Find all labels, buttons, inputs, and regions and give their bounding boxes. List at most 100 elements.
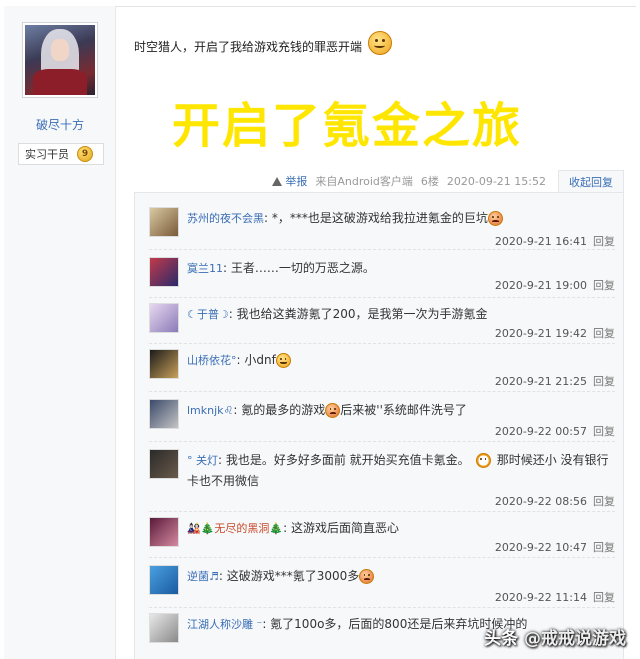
reply-time: 2020-9-21 21:25	[494, 375, 587, 388]
reply-button[interactable]: 回复	[593, 495, 615, 508]
reply-text-continued: 后来被''系统邮件洗号了	[340, 403, 467, 417]
reply-text: 这破游戏***氪了3000多	[226, 569, 360, 583]
author-name[interactable]: 破尽十方	[4, 116, 116, 133]
reply-button[interactable]: 回复	[593, 425, 615, 438]
reply-separator: :	[218, 569, 227, 583]
reply-time: 2020-9-22 11:14	[494, 591, 587, 604]
reply-avatar[interactable]	[149, 517, 179, 547]
angry-emoji-icon	[359, 569, 375, 584]
reply-username[interactable]: lmknjk♌	[187, 404, 233, 417]
reply-avatar[interactable]	[149, 349, 179, 379]
post-big-title: 开启了氪金之旅	[172, 98, 523, 154]
reply-text: *，***也是这破游戏给我拉进氪金的巨坑	[271, 211, 488, 225]
reply-button[interactable]: 回复	[593, 279, 615, 292]
reply-time: 2020-9-22 08:56	[494, 495, 587, 508]
reply-avatar[interactable]	[149, 207, 179, 237]
reply-time: 2020-9-22 10:47	[494, 541, 587, 554]
reply-avatar[interactable]	[149, 565, 179, 595]
report-label: 举报	[285, 175, 308, 188]
reply-time: 2020-9-21 19:42	[494, 327, 587, 340]
post-timestamp: 2020-09-21 15:52	[446, 174, 546, 188]
reply-separator: :	[218, 453, 226, 467]
reply-meta: 2020-9-22 10:47 回复	[495, 539, 615, 555]
reply-meta: 2020-9-21 16:41 回复	[495, 233, 615, 249]
post-text-content: 时空猎人，开启了我给游戏充钱的罪恶开端	[134, 40, 363, 54]
reply-separator: :	[264, 211, 272, 225]
reply-button[interactable]: 回复	[593, 375, 615, 388]
reply-divider	[149, 441, 615, 442]
reply-avatar[interactable]	[149, 257, 179, 287]
reply-username[interactable]: ° 关灯	[187, 454, 218, 467]
warning-icon	[272, 176, 283, 186]
smile-emoji-icon	[275, 353, 291, 368]
post-meta-bar: 举报 来自Android客户端 6楼 2020-09-21 15:52 收起回复	[134, 170, 624, 192]
reply-meta: 2020-9-22 11:14 回复	[495, 589, 615, 605]
reply-username[interactable]: 山桥依花°	[187, 354, 237, 367]
reply-time: 2020-9-21 16:41	[494, 235, 587, 248]
post-text: 时空猎人，开启了我给游戏充钱的罪恶开端	[134, 30, 392, 55]
reply-username[interactable]: ☾于普☽	[187, 308, 229, 321]
reply-body: ☾于普☽: 我也给这粪游氪了200，是我第一次为手游氪金	[187, 304, 615, 325]
reply-divider	[149, 607, 615, 608]
report-link[interactable]: 举报	[264, 173, 307, 189]
reply-avatar[interactable]	[149, 399, 179, 429]
reply-list: 苏州的夜不会黑: *，***也是这破游戏给我拉进氪金的巨坑 2020-9-21 …	[134, 192, 624, 659]
reply-username[interactable]: 寞兰11	[187, 262, 223, 275]
reply-body: 山桥依花°: 小dnf	[187, 350, 615, 371]
reply-divider	[149, 249, 615, 250]
rank-level-badge-icon: 9	[77, 146, 93, 162]
reply-body: 苏州的夜不会黑: *，***也是这破游戏给我拉进氪金的巨坑	[187, 208, 615, 229]
reply-text: 我也是。好多好多面前 就开始买充值卡氪金。	[225, 453, 470, 467]
avatar-image	[25, 25, 95, 95]
reply-button[interactable]: 回复	[593, 327, 615, 340]
watermark-platform: 头条	[484, 629, 519, 649]
post-source: 来自Android客户端	[315, 175, 413, 188]
smile-emoji-icon	[367, 30, 392, 55]
reply-separator: :	[228, 307, 237, 321]
reply-avatar[interactable]	[149, 449, 179, 479]
reply-body: lmknjk♌: 氪的最多的游戏 后来被''系统邮件洗号了	[187, 400, 615, 421]
rank-label: 实习干员	[25, 148, 69, 161]
reply-text: 我也给这粪游氪了200，是我第一次为手游氪金	[236, 307, 488, 321]
reply-meta: 2020-9-22 00:57 回复	[495, 423, 615, 439]
reply-username[interactable]: 逆菌♬	[187, 570, 219, 583]
reply-username[interactable]: 🎎🎄无尽的黑洞🎄	[187, 522, 283, 535]
author-avatar[interactable]	[22, 22, 98, 98]
reply-avatar[interactable]	[149, 303, 179, 333]
reply-text: 王者……一切的万恶之源。	[230, 261, 375, 275]
reply-body: ° 关灯: 我也是。好多好多面前 就开始买充值卡氪金。 那时候还小 没有银行卡也不…	[187, 450, 615, 491]
reply-button[interactable]: 回复	[593, 591, 615, 604]
collapse-replies-button[interactable]: 收起回复	[558, 170, 624, 192]
author-rank[interactable]: 实习干员 9	[18, 143, 104, 165]
post-floor: 6楼	[420, 175, 439, 188]
reply-button[interactable]: 回复	[593, 541, 615, 554]
reply-body: 🎎🎄无尽的黑洞🎄: 这游戏后面简直恶心	[187, 518, 615, 539]
reply-time: 2020-9-21 19:00	[494, 279, 587, 292]
reply-username[interactable]: 江湖人称沙雕 ⁻	[187, 618, 262, 631]
reply-avatar[interactable]	[149, 613, 179, 643]
reply-meta: 2020-9-22 08:56 回复	[495, 493, 615, 509]
reply-divider	[149, 391, 615, 392]
angry-emoji-icon	[487, 211, 503, 226]
reply-body: 逆菌♬: 这破游戏***氪了3000多	[187, 566, 615, 587]
reply-text: 小dnf	[244, 353, 276, 367]
reply-username[interactable]: 苏州的夜不会黑	[187, 212, 264, 225]
reply-time: 2020-9-22 00:57	[494, 425, 587, 438]
reply-divider	[149, 297, 615, 298]
author-sidebar	[4, 6, 116, 659]
reply-divider	[149, 511, 615, 512]
reply-divider	[149, 343, 615, 344]
reply-body: 寞兰11: 王者……一切的万恶之源。	[187, 258, 615, 279]
reply-text: 这游戏后面简直恶心	[290, 521, 399, 535]
reply-separator: :	[262, 617, 271, 631]
reply-meta: 2020-9-21 21:25 回复	[495, 373, 615, 389]
watermark: 头条 @戒戒说游戏	[484, 624, 626, 649]
reply-separator: :	[283, 521, 291, 535]
angry-emoji-icon	[325, 403, 341, 418]
reply-meta: 2020-9-21 19:00 回复	[495, 277, 615, 293]
alarm-clock-emoji-icon	[475, 453, 491, 468]
reply-text: 氪的最多的游戏	[241, 403, 326, 417]
reply-divider	[149, 557, 615, 558]
reply-separator: :	[223, 261, 231, 275]
reply-button[interactable]: 回复	[593, 235, 615, 248]
